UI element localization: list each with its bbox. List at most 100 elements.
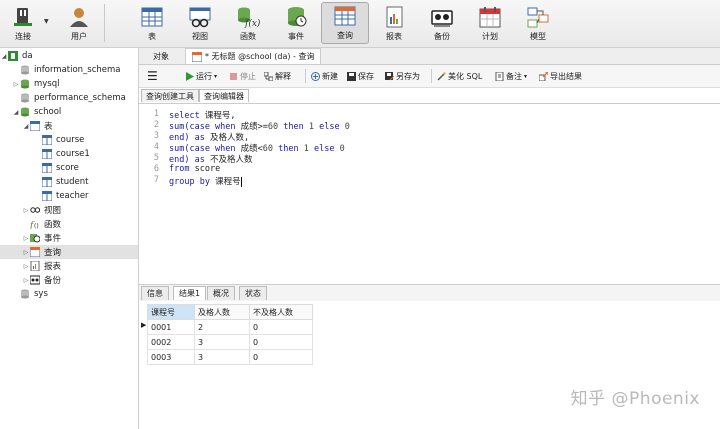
table-icon [41, 148, 53, 160]
table-cell[interactable]: 2 [194, 319, 250, 335]
expand-arrow-icon[interactable]: ▷ [22, 263, 30, 270]
tree-item-table-course[interactable]: course [0, 133, 138, 147]
toolbar-function-button[interactable]: f(x) 函数 [232, 2, 264, 44]
table-cell[interactable]: 0001 [147, 319, 195, 335]
querybar-separator [431, 69, 432, 83]
comment-button[interactable]: 备注 ▾ [495, 69, 527, 83]
tree-item-reports[interactable]: ▷ 报表 [0, 259, 138, 273]
toolbar-connect-button[interactable]: 连接 [6, 2, 40, 44]
connection-icon [8, 51, 18, 61]
toolbar-event-button[interactable]: 事件 [280, 2, 312, 44]
comment-dropdown-icon[interactable]: ▾ [524, 73, 527, 80]
tab-query-builder[interactable]: 查询创建工具 [141, 89, 199, 102]
expand-arrow-icon[interactable]: ▷ [22, 235, 30, 242]
explain-button[interactable]: 解释 [263, 69, 291, 83]
table-cell[interactable]: 0002 [147, 334, 195, 350]
toolbar-view-button[interactable]: 视图 [184, 2, 216, 44]
tree-item-sys[interactable]: sys [0, 287, 138, 301]
toolbar-query-button[interactable]: 查询 [321, 2, 369, 44]
menu-icon[interactable]: ☰ [147, 69, 158, 83]
tab-info[interactable]: 信息 [141, 286, 169, 300]
table-row[interactable]: 0001 2 0 [147, 319, 313, 335]
toolbar-user-button[interactable]: 用户 [62, 2, 96, 44]
table-cell[interactable]: 0 [249, 349, 313, 365]
model-icon [526, 6, 550, 28]
toolbar-model-button[interactable]: 模型 [522, 2, 554, 44]
beautify-sql-button[interactable]: 美化 SQL [437, 69, 482, 83]
run-dropdown-icon[interactable]: ▾ [214, 73, 217, 80]
tab-query[interactable]: * 无标题 @school (da) - 查询 [185, 48, 322, 64]
toolbar-schedule-button[interactable]: 计划 [474, 2, 506, 44]
stop-button[interactable]: 停止 [229, 69, 256, 83]
tree-item-events[interactable]: ▷ 事件 [0, 231, 138, 245]
toolbar-separator [104, 4, 105, 42]
save-as-button[interactable]: 另存为 [385, 69, 420, 83]
function-icon: f(x) [236, 6, 261, 29]
table-row[interactable]: 0002 3 0 [147, 334, 313, 350]
tree-item-table-course1[interactable]: course1 [0, 147, 138, 161]
connect-dropdown-icon[interactable]: ▼ [44, 18, 49, 25]
run-button[interactable]: 运行 ▾ [185, 69, 217, 83]
query-toolbar: ☰ 运行 ▾ 停止 解释 新建 保存 另存为 美化 SQL 备注 ▾ 导出结果 [139, 65, 720, 88]
line-number: 1 [153, 109, 159, 119]
tree-item-backups[interactable]: ▷ 备份 [0, 273, 138, 287]
expand-arrow-icon[interactable]: ◢ [0, 53, 8, 60]
tree-item-views[interactable]: ▷ 视图 [0, 203, 138, 217]
column-header[interactable]: 及格人数 [194, 304, 250, 320]
explain-icon [263, 71, 274, 81]
tab-query-editor[interactable]: 查询编辑器 [199, 89, 249, 102]
expand-arrow-icon[interactable]: ◢ [12, 109, 20, 116]
tree-item-label: 报表 [44, 262, 62, 272]
tab-status[interactable]: 状态 [239, 286, 267, 300]
tree-item-table-teacher[interactable]: teacher [0, 189, 138, 203]
sql-line-6: from score [169, 164, 221, 174]
tree-item-functions[interactable]: f() 函数 [0, 217, 138, 231]
tab-objects[interactable]: 对象 [147, 48, 175, 64]
tree-item-tables[interactable]: ◢ 表 [0, 119, 138, 133]
report-icon [382, 6, 406, 28]
expand-arrow-icon[interactable]: ▷ [12, 81, 20, 88]
table-cell[interactable]: 0 [249, 334, 313, 350]
table-row[interactable]: 0003 3 0 [147, 349, 313, 365]
toolbar-backup-button[interactable]: 备份 [426, 2, 458, 44]
table-cell[interactable]: 0003 [147, 349, 195, 365]
expand-arrow-icon[interactable]: ▷ [22, 249, 30, 256]
table-cell[interactable]: 3 [194, 334, 250, 350]
tree-item-label: 表 [44, 122, 53, 132]
column-header[interactable]: 课程号 [147, 304, 195, 320]
connect-icon [11, 6, 35, 28]
tree-item-school[interactable]: ◢ school [0, 105, 138, 119]
line-number: 3 [153, 131, 159, 141]
database-icon [20, 79, 30, 89]
tree-item-mysql[interactable]: ▷ mysql [0, 77, 138, 91]
tab-profile[interactable]: 概况 [207, 286, 235, 300]
view-icon [188, 6, 212, 28]
tree-item-table-student[interactable]: student [0, 175, 138, 189]
new-query-icon [311, 71, 320, 81]
tree-item-queries[interactable]: ▷ 查询 [0, 245, 138, 259]
user-icon [67, 6, 91, 28]
new-button[interactable]: 新建 [311, 69, 338, 83]
tree-item-performance-schema[interactable]: performance_schema [0, 91, 138, 105]
line-number: 2 [153, 120, 159, 130]
table-cell[interactable]: 3 [194, 349, 250, 365]
tree-item-label: 事件 [44, 234, 62, 244]
tree-item-information-schema[interactable]: information_schema [0, 63, 138, 77]
tab-result1[interactable]: 结果1 [173, 286, 207, 300]
expand-arrow-icon[interactable]: ◢ [22, 123, 30, 130]
save-button[interactable]: 保存 [347, 69, 374, 83]
tree-item-label: information_schema [34, 65, 121, 75]
table-cell[interactable]: 0 [249, 319, 313, 335]
tree-item-table-score[interactable]: score [0, 161, 138, 175]
expand-arrow-icon[interactable]: ▷ [22, 277, 30, 284]
toolbar-report-button[interactable]: 报表 [378, 2, 410, 44]
tree-item-label: 备份 [44, 276, 62, 286]
column-header[interactable]: 不及格人数 [249, 304, 313, 320]
toolbar-table-button[interactable]: 表 [136, 2, 168, 44]
sql-editor[interactable]: 1 2 3 4 5 6 7 select 课程号, sum(case when … [139, 104, 720, 282]
view-icon [30, 205, 41, 215]
expand-arrow-icon[interactable]: ▷ [22, 207, 30, 214]
database-icon [20, 93, 30, 103]
export-result-button[interactable]: 导出结果 [538, 69, 582, 83]
tree-item-da[interactable]: ◢ da [0, 49, 138, 63]
